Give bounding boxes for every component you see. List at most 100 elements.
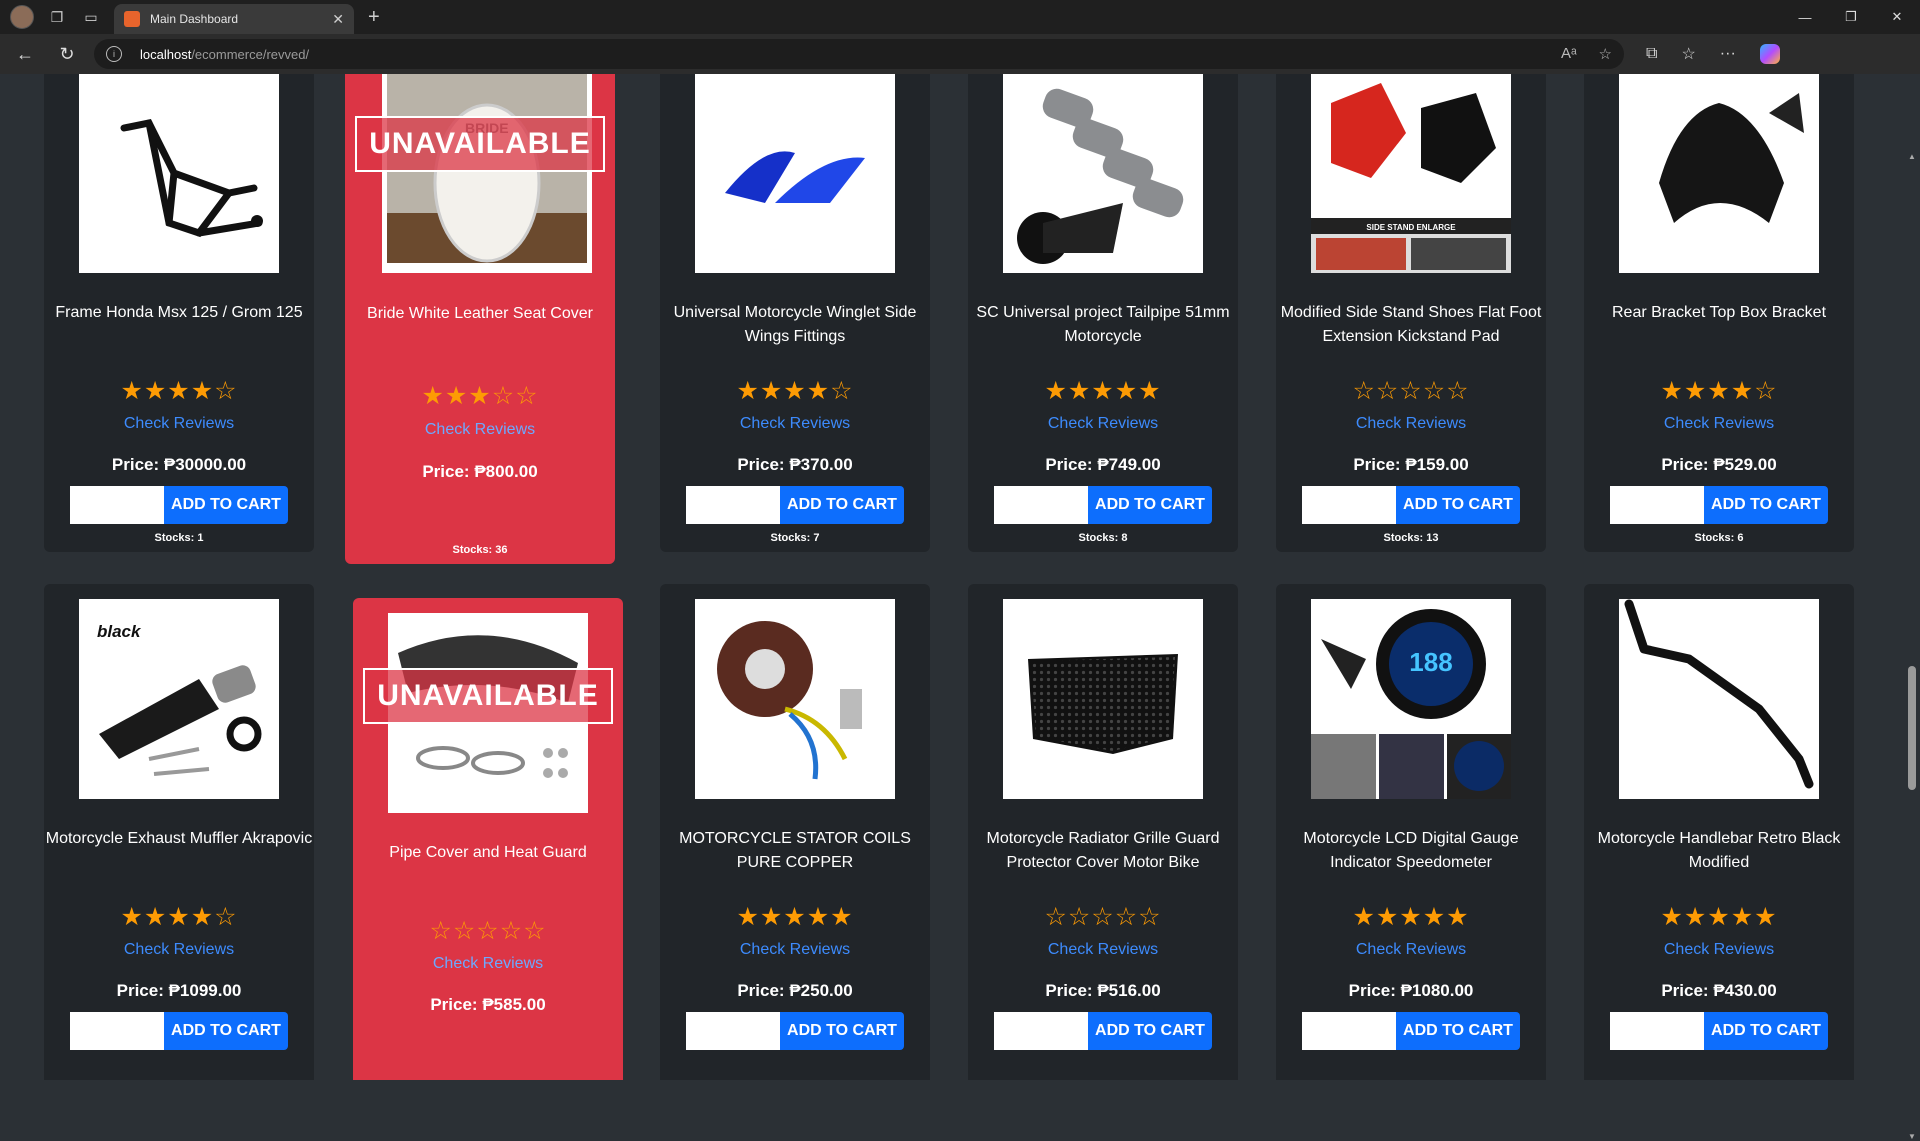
workspaces-icon[interactable]: ❐	[46, 6, 68, 28]
tab-main-dashboard[interactable]: Main Dashboard ✕	[114, 4, 354, 34]
tab-favicon-icon	[124, 11, 140, 27]
new-tab-icon[interactable]: +	[368, 6, 380, 29]
quantity-input[interactable]	[1610, 486, 1704, 524]
back-icon[interactable]: ←	[8, 37, 42, 71]
close-icon[interactable]: ✕	[332, 11, 344, 28]
more-menu-icon[interactable]: ···	[1720, 45, 1736, 63]
rating-stars: ★★★★★	[1352, 903, 1470, 931]
add-to-cart-button[interactable]: ADD TO CART	[780, 1012, 904, 1050]
rating-stars: ☆☆☆☆☆	[1044, 903, 1162, 931]
scroll-thumb[interactable]	[1908, 666, 1916, 790]
add-to-cart-button[interactable]: ADD TO CART	[780, 486, 904, 524]
check-reviews-link[interactable]: Check Reviews	[660, 941, 930, 959]
product-name: Rear Bracket Top Box Bracket	[1611, 304, 1827, 321]
add-to-cart-row: ADD TO CART	[1610, 1012, 1828, 1050]
product-card: BRIDEUNAVAILABLE Bride White Leather Seat…	[345, 74, 615, 564]
stock-count: Stocks: 7	[770, 532, 820, 544]
rating-stars: ★★★★☆	[120, 377, 238, 405]
quantity-input[interactable]	[1302, 1012, 1396, 1050]
stock-count: Stocks: 36	[452, 544, 508, 556]
add-to-cart-button[interactable]: ADD TO CART	[1704, 1012, 1828, 1050]
url-path: /ecommerce/revved/	[191, 46, 310, 62]
copilot-icon[interactable]	[1759, 44, 1780, 64]
profile-avatar[interactable]	[10, 5, 34, 29]
url-input[interactable]: i localhost/ecommerce/revved/ Aᵃ ☆	[94, 39, 1624, 69]
product-price: Price: ₱516.00	[1045, 981, 1161, 1000]
stator-coil-image[interactable]	[695, 599, 895, 799]
scroll-up-icon[interactable]: ▲	[1907, 152, 1917, 161]
read-aloud-icon[interactable]: Aᵃ	[1561, 45, 1577, 63]
quantity-input[interactable]	[70, 1012, 164, 1050]
seat-cover-image[interactable]: BRIDE	[382, 74, 592, 273]
quantity-input[interactable]	[686, 1012, 780, 1050]
restore-icon[interactable]: ❐	[1828, 0, 1874, 34]
check-reviews-link[interactable]: Check Reviews	[44, 415, 314, 433]
check-reviews-link[interactable]: Check Reviews	[345, 421, 615, 439]
quantity-input[interactable]	[686, 486, 780, 524]
lcd-gauge-image[interactable]: 188	[1311, 599, 1511, 799]
info-icon[interactable]: i	[106, 46, 122, 62]
check-reviews-link[interactable]: Check Reviews	[1584, 415, 1854, 433]
product-card: Rear Bracket Top Box Bracket ★★★★☆ Check R…	[1584, 74, 1854, 552]
unavailable-badge: UNAVAILABLE	[363, 668, 613, 724]
product-name: Bride White Leather Seat Cover	[367, 305, 593, 322]
product-card: Motorcycle Handlebar Retro Black Modifie…	[1584, 584, 1854, 1080]
rating-stars: ★★★☆☆	[421, 382, 539, 410]
address-toolbar: ← ↻ i localhost/ecommerce/revved/ Aᵃ ☆ ⧉…	[0, 34, 1920, 74]
product-name: Modified Side Stand Shoes Flat Foot Exte…	[1280, 304, 1542, 345]
quantity-input[interactable]	[994, 1012, 1088, 1050]
exhaust-muffler-image[interactable]: black	[79, 599, 279, 799]
product-card: Universal Motorcycle Winglet Side Wings …	[660, 74, 930, 552]
rating-stars: ★★★★★	[736, 903, 854, 931]
product-price: Price: ₱585.00	[430, 995, 546, 1014]
extensions-icon[interactable]: ⧉	[1646, 45, 1657, 63]
rating-stars: ★★★★☆	[736, 377, 854, 405]
minimize-icon[interactable]: —	[1782, 0, 1828, 34]
add-to-cart-row: ADD TO CART	[70, 1012, 288, 1050]
svg-text:black: black	[97, 622, 142, 641]
quantity-input[interactable]	[70, 486, 164, 524]
tab-actions-icon[interactable]: ▭	[80, 6, 102, 28]
check-reviews-link[interactable]: Check Reviews	[353, 955, 623, 973]
product-name: Motorcycle LCD Digital Gauge Indicator S…	[1303, 830, 1519, 871]
favorite-star-icon[interactable]: ☆	[1599, 45, 1612, 63]
product-price: Price: ₱430.00	[1661, 981, 1777, 1000]
product-name: Universal Motorcycle Winglet Side Wings …	[673, 304, 917, 345]
check-reviews-link[interactable]: Check Reviews	[660, 415, 930, 433]
product-price: Price: ₱529.00	[1661, 455, 1777, 474]
check-reviews-link[interactable]: Check Reviews	[1584, 941, 1854, 959]
close-window-icon[interactable]: ✕	[1874, 0, 1920, 34]
kickstand-pad-image[interactable]: SIDE STAND ENLARGE	[1311, 74, 1511, 273]
handlebar-image[interactable]	[1619, 599, 1819, 799]
check-reviews-link[interactable]: Check Reviews	[1276, 941, 1546, 959]
check-reviews-link[interactable]: Check Reviews	[968, 415, 1238, 433]
rear-bracket-image[interactable]	[1619, 74, 1819, 273]
quantity-input[interactable]	[994, 486, 1088, 524]
winglets-image[interactable]	[695, 74, 895, 273]
add-to-cart-button[interactable]: ADD TO CART	[1088, 486, 1212, 524]
check-reviews-link[interactable]: Check Reviews	[44, 941, 314, 959]
add-to-cart-button[interactable]: ADD TO CART	[164, 486, 288, 524]
add-to-cart-button[interactable]: ADD TO CART	[1704, 486, 1828, 524]
product-price: Price: ₱370.00	[737, 455, 853, 474]
scrollbar[interactable]: ▲ ▼	[1904, 74, 1920, 1141]
product-price: Price: ₱1080.00	[1348, 981, 1474, 1000]
add-to-cart-button[interactable]: ADD TO CART	[1088, 1012, 1212, 1050]
product-card: UNAVAILABLE Pipe Cover and Heat Guard ☆☆☆☆…	[353, 598, 623, 1080]
tab-title: Main Dashboard	[150, 12, 239, 26]
add-to-cart-button[interactable]: ADD TO CART	[164, 1012, 288, 1050]
motorcycle-frame-image[interactable]	[79, 74, 279, 273]
scroll-down-icon[interactable]: ▼	[1907, 1132, 1917, 1141]
add-to-cart-button[interactable]: ADD TO CART	[1396, 1012, 1520, 1050]
refresh-icon[interactable]: ↻	[50, 37, 84, 71]
tailpipe-image[interactable]	[1003, 74, 1203, 273]
quantity-input[interactable]	[1610, 1012, 1704, 1050]
check-reviews-link[interactable]: Check Reviews	[1276, 415, 1546, 433]
quantity-input[interactable]	[1302, 486, 1396, 524]
favorites-icon[interactable]: ☆	[1681, 44, 1695, 64]
check-reviews-link[interactable]: Check Reviews	[968, 941, 1238, 959]
add-to-cart-row: ADD TO CART	[994, 1012, 1212, 1050]
radiator-grille-image[interactable]	[1003, 599, 1203, 799]
product-price: Price: ₱800.00	[422, 462, 538, 481]
add-to-cart-button[interactable]: ADD TO CART	[1396, 486, 1520, 524]
